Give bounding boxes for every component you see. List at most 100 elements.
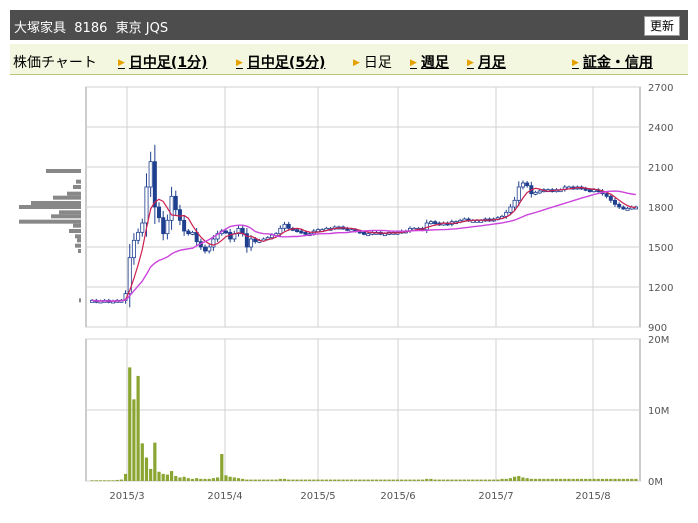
- volume-bar: [337, 479, 341, 481]
- volume-bar: [274, 479, 278, 481]
- volume-bar: [266, 479, 270, 481]
- volume-bar: [600, 478, 605, 481]
- volume-bar: [115, 479, 119, 481]
- candle-body: [604, 193, 609, 197]
- volume-bar: [149, 468, 153, 481]
- volume-bar: [136, 375, 140, 481]
- volume-bar: [479, 479, 483, 481]
- volume-bar: [404, 479, 408, 481]
- volume-bar: [605, 478, 609, 481]
- price-tick-label: 2100: [648, 163, 673, 174]
- volume-bar: [471, 479, 475, 481]
- candle-body: [286, 223, 291, 229]
- volume-bar: [249, 479, 253, 481]
- candle-body: [165, 219, 170, 235]
- candle-body: [169, 195, 174, 221]
- volume-bar: [303, 479, 308, 481]
- volume-bar: [462, 479, 466, 481]
- candle-body: [157, 206, 162, 219]
- volume-profile-bar: [53, 195, 81, 200]
- volume-bar: [253, 479, 257, 481]
- volume-bar: [270, 479, 274, 481]
- volume-bar: [94, 480, 98, 482]
- volume-profile-bar: [67, 191, 81, 196]
- price-tick-label: 1800: [648, 203, 673, 214]
- candle-body: [203, 246, 208, 252]
- volume-bar: [262, 479, 266, 481]
- volume-bar: [529, 478, 533, 481]
- candle-body: [424, 222, 429, 231]
- volume-bar: [203, 478, 207, 481]
- volume-profile-bar: [51, 214, 81, 219]
- volume-bar: [446, 479, 450, 481]
- volume-profile-bar: [75, 243, 81, 248]
- volume-profile-bar: [75, 234, 81, 239]
- candle-body: [223, 230, 228, 234]
- volume-bar: [241, 478, 245, 481]
- x-tick-label: 2015/3: [109, 491, 144, 502]
- volume-bar: [429, 478, 433, 481]
- volume-bar: [542, 478, 546, 481]
- candle-body: [516, 186, 521, 201]
- candle-body: [186, 230, 191, 235]
- candle-body: [299, 230, 304, 234]
- candle-body: [366, 233, 371, 237]
- volume-bar: [144, 457, 149, 481]
- candle-body: [282, 223, 287, 229]
- volume-bar: [550, 478, 554, 481]
- volume-bar: [354, 479, 358, 481]
- volume-bar: [630, 478, 634, 481]
- volume-bar: [182, 476, 186, 481]
- price-tick-label: 2400: [648, 123, 673, 134]
- x-tick-label: 2015/8: [575, 491, 610, 502]
- volume-bar: [533, 478, 538, 481]
- volume-bar: [341, 479, 345, 481]
- candle-body: [131, 239, 136, 259]
- volume-bar: [517, 476, 521, 481]
- candle-body: [144, 186, 149, 224]
- candle-body: [537, 190, 542, 194]
- volume-bar: [278, 478, 282, 481]
- volume-bar: [128, 367, 132, 481]
- volume-bar: [379, 479, 383, 481]
- volume-bar: [408, 479, 412, 481]
- volume-bar: [224, 475, 228, 481]
- volume-bar: [613, 478, 617, 481]
- volume-bar: [345, 479, 349, 481]
- volume-tick-label: 10M: [648, 406, 669, 417]
- volume-bar: [232, 477, 236, 481]
- volume-bar: [609, 478, 613, 481]
- volume-bar: [295, 479, 299, 481]
- volume-bar: [387, 479, 391, 481]
- candle-body: [612, 199, 617, 205]
- volume-profile-bar: [31, 201, 81, 205]
- volume-bar: [349, 479, 354, 481]
- volume-bar: [504, 478, 508, 481]
- price-tick-label: 900: [648, 323, 667, 334]
- volume-bar: [400, 479, 404, 481]
- volume-bar: [178, 477, 182, 481]
- volume-bar: [483, 479, 487, 481]
- x-tick-label: 2015/7: [478, 491, 513, 502]
- volume-bar: [215, 477, 220, 481]
- volume-bar: [546, 478, 550, 481]
- volume-bar: [316, 479, 320, 481]
- volume-bar: [554, 478, 559, 481]
- volume-bar: [358, 479, 362, 481]
- volume-profile-bar: [19, 205, 81, 209]
- volume-bar: [475, 479, 479, 481]
- candle-body: [136, 231, 141, 241]
- volume-bar: [563, 478, 567, 481]
- volume-bar: [161, 473, 165, 481]
- volume-bar: [487, 479, 492, 481]
- volume-bar: [366, 479, 370, 481]
- price-tick-label: 2700: [648, 83, 673, 94]
- volume-tick-label: 20M: [648, 335, 669, 346]
- candle-body: [608, 195, 613, 201]
- candle-body: [621, 206, 626, 210]
- volume-bar: [333, 479, 337, 481]
- volume-bar: [186, 478, 190, 481]
- candle-body: [508, 206, 513, 213]
- volume-bar: [621, 478, 625, 481]
- candle-body: [533, 191, 538, 195]
